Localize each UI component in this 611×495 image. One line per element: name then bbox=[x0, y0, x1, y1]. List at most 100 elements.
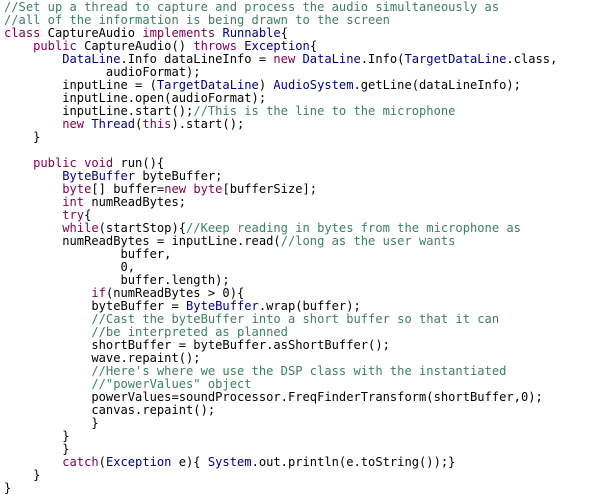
keyword-token: new bbox=[62, 117, 85, 131]
code-token: inputLine.start(); bbox=[4, 104, 194, 118]
type-token: Thread bbox=[91, 117, 136, 131]
type-token: ByteBuffer bbox=[62, 169, 136, 183]
code-line: } bbox=[4, 417, 611, 430]
code-token: } bbox=[4, 416, 99, 430]
type-token: Exception bbox=[244, 39, 310, 53]
type-token: DataLine bbox=[302, 52, 361, 66]
code-token: [bufferSize]; bbox=[222, 182, 318, 196]
code-token: canvas.repaint(); bbox=[4, 403, 216, 417]
keyword-token: void bbox=[84, 156, 114, 170]
code-token: .Info( bbox=[360, 52, 405, 66]
code-token: } bbox=[4, 429, 70, 443]
comment-token: //long as the user wants bbox=[280, 234, 456, 248]
code-line: } bbox=[4, 430, 611, 443]
keyword-token: throws bbox=[193, 39, 237, 53]
code-line: } bbox=[4, 482, 611, 495]
keyword-token: catch bbox=[62, 455, 99, 469]
code-token: numReadBytes; bbox=[84, 195, 187, 209]
code-token: byteBuffer = bbox=[4, 299, 187, 313]
code-token: ).start(); bbox=[171, 117, 245, 131]
code-token: .out.println(e.toString());} bbox=[251, 455, 456, 469]
comment-token: //Here's where we use the DSP class with… bbox=[91, 364, 507, 378]
type-token: ByteBuffer bbox=[186, 299, 259, 313]
code-token: .class, bbox=[506, 52, 558, 66]
code-token: .getLine(dataLineInfo); bbox=[353, 78, 521, 92]
keyword-token: byte bbox=[62, 182, 92, 196]
keyword-token: class bbox=[4, 26, 41, 40]
code-token: { bbox=[309, 39, 318, 53]
keyword-token: byte bbox=[193, 182, 223, 196]
code-token: } bbox=[4, 130, 41, 144]
comment-token: //all of the information is being drawn … bbox=[4, 13, 390, 27]
code-token: .wrap(buffer); bbox=[258, 299, 361, 313]
code-token: CaptureAudio() bbox=[76, 39, 194, 53]
comment-token: //Cast the byteBuffer into a short buffe… bbox=[91, 312, 500, 326]
code-token: CaptureAudio bbox=[40, 26, 143, 40]
code-token: ) bbox=[258, 78, 274, 92]
code-token: byteBuffer; bbox=[135, 169, 223, 183]
comment-token: //Keep reading in bytes from the microph… bbox=[186, 221, 521, 235]
code-line: catch(Exception e){ System.out.println(e… bbox=[4, 456, 611, 469]
keyword-token: new bbox=[273, 52, 296, 66]
keyword-token: public bbox=[33, 156, 77, 170]
code-token: wave.repaint(); bbox=[4, 351, 201, 365]
code-line: } bbox=[4, 469, 611, 482]
keyword-token: implements bbox=[142, 26, 216, 40]
keyword-token: try bbox=[62, 208, 85, 222]
type-token: System bbox=[207, 455, 252, 469]
keyword-token: this bbox=[142, 117, 172, 131]
code-token: (numReadBytes > 0){ bbox=[105, 286, 245, 300]
code-view: //Set up a thread to capture and process… bbox=[4, 1, 611, 495]
code-line: } bbox=[4, 131, 611, 144]
keyword-token: int bbox=[62, 195, 85, 209]
code-token: numReadBytes = inputLine.read( bbox=[4, 234, 281, 248]
keyword-token: while bbox=[62, 221, 99, 235]
code-token: } bbox=[4, 442, 70, 456]
code-token: run(){ bbox=[113, 156, 165, 170]
type-token: Exception bbox=[105, 455, 172, 469]
code-line: int numReadBytes; bbox=[4, 196, 611, 209]
type-token: AudioSystem bbox=[273, 78, 354, 92]
code-token: buffer.length); bbox=[4, 273, 230, 287]
code-token: audioFormat); bbox=[4, 65, 201, 79]
code-token: (startStop){ bbox=[98, 221, 187, 235]
keyword-token: new bbox=[164, 182, 187, 196]
code-token: inputLine.open(audioFormat); bbox=[4, 91, 267, 105]
code-token: { bbox=[84, 208, 92, 222]
code-token: e){ bbox=[171, 455, 208, 469]
code-token: ( bbox=[98, 455, 106, 469]
code-token: { bbox=[280, 26, 288, 40]
keyword-token: public bbox=[33, 39, 77, 53]
code-token: shortBuffer = byteBuffer.asShortBuffer()… bbox=[4, 338, 390, 352]
comment-token: //"powerValues" object bbox=[91, 377, 252, 391]
code-token: .Info dataLineInfo = bbox=[120, 52, 274, 66]
code-token: 0, bbox=[4, 260, 136, 274]
type-token: Runnable bbox=[222, 26, 281, 40]
keyword-token: if bbox=[91, 286, 106, 300]
code-token: [] buffer= bbox=[91, 182, 165, 196]
type-token: TargetDataLine bbox=[156, 78, 259, 92]
type-token: DataLine bbox=[62, 52, 121, 66]
code-token: buffer, bbox=[4, 247, 172, 261]
code-token: powerValues=soundProcessor.FreqFinderTra… bbox=[4, 390, 543, 404]
code-line: new Thread(this).start(); bbox=[4, 118, 611, 131]
type-token: TargetDataLine bbox=[404, 52, 507, 66]
code-token: } bbox=[4, 468, 41, 482]
